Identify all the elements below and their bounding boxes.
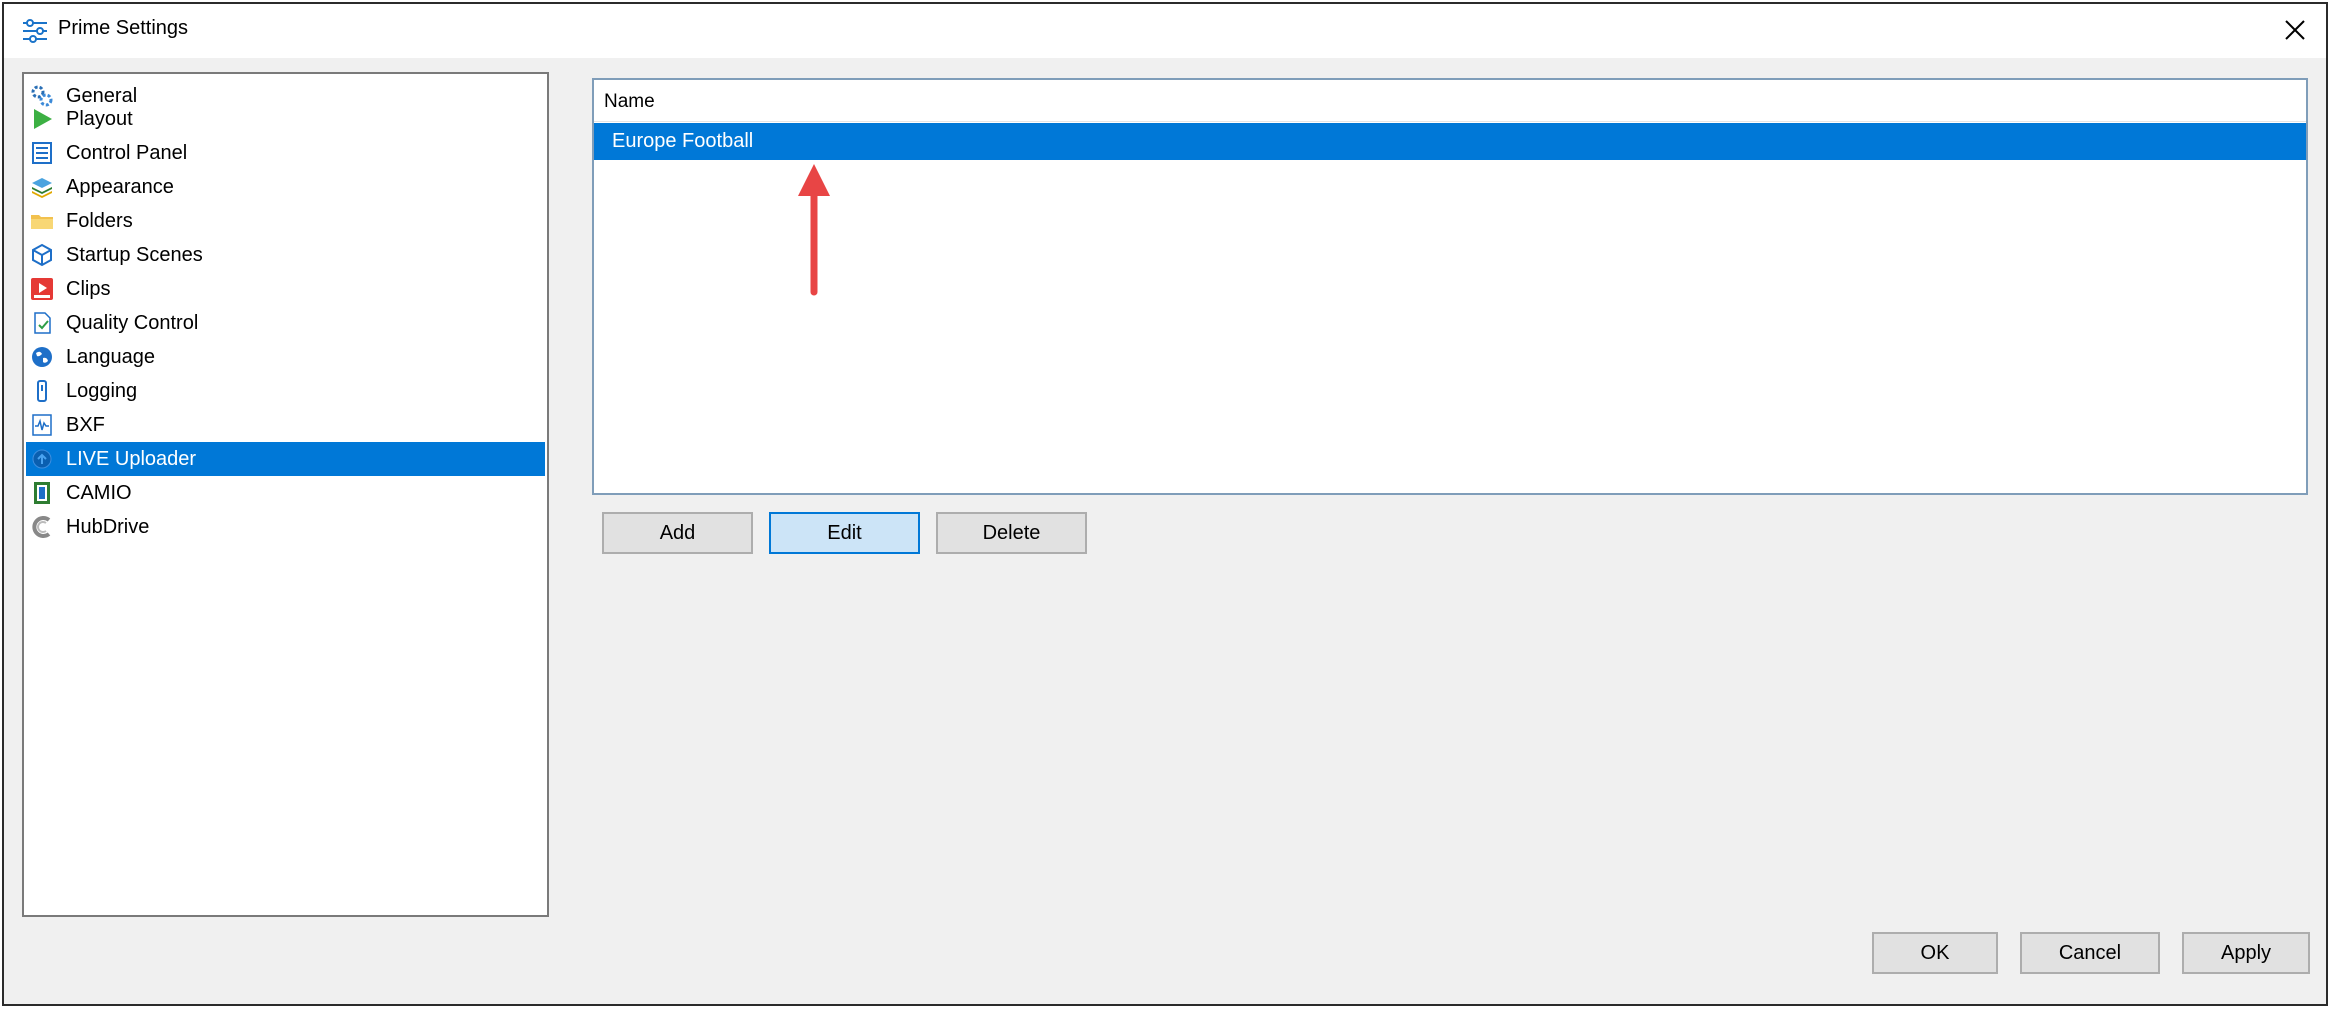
window-title: Prime Settings	[58, 17, 189, 39]
cancel-button[interactable]: Cancel	[2020, 932, 2160, 974]
sidebar-item-quality-control[interactable]: Quality Control	[26, 306, 545, 340]
apply-button[interactable]: Apply	[2182, 932, 2310, 974]
sidebar-item-folders[interactable]: Folders	[26, 204, 545, 238]
close-button[interactable]	[2266, 4, 2326, 58]
sidebar-item-appearance[interactable]: Appearance	[26, 170, 545, 204]
ok-button[interactable]: OK	[1872, 932, 1998, 974]
add-button[interactable]: Add	[602, 512, 753, 554]
sidebar-item-live-uploader[interactable]: LIVE Uploader	[26, 442, 545, 476]
settings-sliders-icon	[23, 19, 47, 43]
sidebar-item-language[interactable]: Language	[26, 340, 545, 374]
sidebar-item-label: LIVE Uploader	[66, 448, 197, 470]
annotation-arrow-icon	[798, 164, 830, 296]
settings-category-list[interactable]: General Playout Control Panel Appearance…	[22, 72, 549, 917]
globe-icon	[32, 347, 52, 367]
sidebar-item-label: BXF	[66, 414, 105, 436]
sidebar-item-label: Folders	[66, 210, 133, 232]
cube-icon	[32, 243, 52, 267]
edit-button[interactable]: Edit	[769, 512, 920, 554]
sidebar-item-label: CAMIO	[66, 482, 132, 504]
column-header-name[interactable]: Name	[594, 80, 2306, 122]
sidebar-item-clips[interactable]: Clips	[26, 272, 545, 306]
play-icon	[34, 109, 52, 129]
logging-icon	[37, 380, 47, 402]
title-bar: Prime Settings	[4, 4, 2326, 58]
sidebar-item-label: HubDrive	[66, 516, 150, 538]
camio-icon	[34, 482, 50, 504]
sidebar-item-startup-scenes[interactable]: Startup Scenes	[26, 238, 545, 272]
list-item[interactable]: Europe Football	[594, 123, 2306, 160]
uploader-list[interactable]: Name Europe Football	[592, 78, 2308, 495]
layers-icon	[32, 178, 52, 198]
waveform-doc-icon	[32, 414, 52, 436]
sidebar-item-control-panel[interactable]: Control Panel	[26, 136, 545, 170]
sidebar-item-hubdrive[interactable]: HubDrive	[26, 510, 545, 544]
document-check-icon	[34, 312, 51, 334]
close-icon	[2285, 20, 2305, 40]
sidebar-item-label: Appearance	[66, 176, 174, 198]
sidebar-item-label: Playout	[66, 108, 133, 130]
delete-button[interactable]: Delete	[936, 512, 1087, 554]
sidebar-item-label: Clips	[66, 278, 111, 300]
sidebar-item-label: Control Panel	[66, 142, 188, 164]
hubdrive-icon	[32, 516, 51, 538]
sidebar-item-camio[interactable]: CAMIO	[26, 476, 545, 510]
uploader-icon	[32, 449, 52, 469]
sidebar-item-bxf[interactable]: BXF	[26, 408, 545, 442]
clip-icon	[31, 278, 53, 300]
sidebar-item-label: Logging	[66, 380, 138, 402]
sidebar-item-label: Quality Control	[66, 312, 199, 334]
settings-window: Prime Settings General Playout Control P…	[2, 2, 2328, 1006]
control-panel-icon	[32, 142, 52, 164]
folder-icon	[31, 215, 53, 229]
sidebar-item-label: Startup Scenes	[66, 244, 203, 266]
sidebar-item-label: Language	[66, 346, 155, 368]
sidebar-item-playout[interactable]: Playout	[26, 102, 545, 136]
sidebar-item-logging[interactable]: Logging	[26, 374, 545, 408]
